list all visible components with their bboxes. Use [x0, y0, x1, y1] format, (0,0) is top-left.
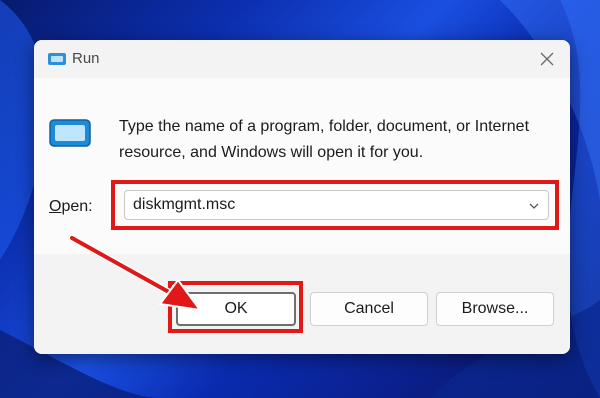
title-bar[interactable]: Run: [34, 40, 570, 78]
dialog-content: Type the name of a program, folder, docu…: [34, 78, 570, 254]
run-icon: [47, 51, 67, 72]
ok-button[interactable]: OK: [176, 292, 296, 326]
open-label-text: pen:: [61, 198, 93, 215]
window-title: Run: [72, 50, 100, 67]
open-combobox[interactable]: diskmgmt.msc: [124, 190, 549, 220]
run-dialog: Run Type the name of a program, folder, …: [34, 40, 570, 354]
run-description: Type the name of a program, folder, docu…: [119, 118, 530, 161]
chevron-down-icon[interactable]: [528, 199, 540, 217]
cancel-button[interactable]: Cancel: [310, 292, 428, 326]
dialog-footer: OK Cancel Browse...: [34, 254, 570, 354]
open-label-accesskey: O: [49, 198, 62, 215]
run-program-icon: [48, 118, 92, 153]
open-label: Open:: [49, 198, 93, 216]
close-button[interactable]: [524, 40, 570, 78]
close-icon: [540, 52, 554, 66]
browse-button[interactable]: Browse...: [436, 292, 554, 326]
open-input[interactable]: diskmgmt.msc: [133, 196, 235, 214]
